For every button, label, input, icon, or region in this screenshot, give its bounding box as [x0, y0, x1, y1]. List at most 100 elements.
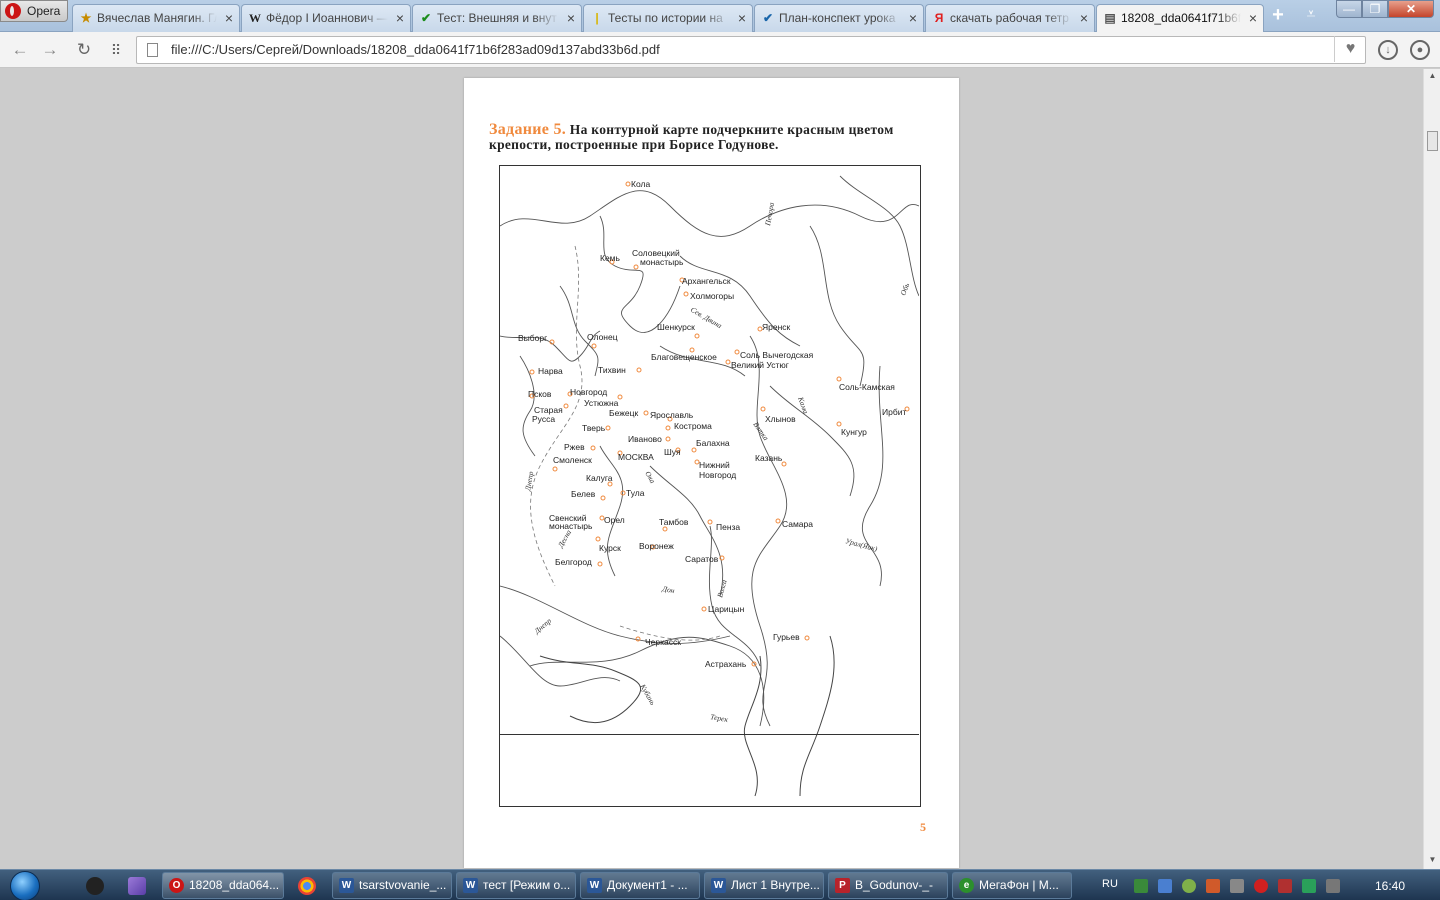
taskbar-item-word-document1[interactable]: W Документ1 - ...	[580, 872, 700, 899]
tab-fedor-wiki[interactable]: W Фёдор I Иоаннович — ×	[241, 4, 411, 32]
minimize-button[interactable]: —	[1336, 0, 1362, 18]
city-label: Курск	[599, 543, 621, 553]
visual-studio-icon[interactable]	[128, 877, 146, 895]
bee-icon: ★	[80, 11, 92, 25]
vertical-scrollbar[interactable]: ▲ ▼	[1423, 69, 1440, 869]
reload-icon[interactable]: ↻	[72, 38, 96, 62]
river-label: Дон	[661, 584, 676, 595]
taskbar-item-word-list1[interactable]: W Лист 1 Внутре...	[704, 872, 824, 899]
tab-label: Фёдор I Иоаннович —	[266, 11, 388, 25]
scrollbar-thumb[interactable]	[1427, 131, 1438, 151]
city-label: монастырь	[640, 257, 684, 267]
tab-pdf-active[interactable]: ▤ 18208_dda0641f71b6f ×	[1096, 4, 1264, 33]
tab-menu-icon[interactable]: ⩡	[1300, 6, 1322, 26]
city-label: Соль-Камская	[839, 382, 895, 392]
city-label: Великий Устюг	[731, 360, 789, 370]
checkbox-icon: ✔	[762, 11, 774, 25]
pdf-icon: P	[835, 878, 850, 893]
address-bar[interactable]: file:///C:/Users/Сергей/Downloads/18208_…	[136, 36, 1366, 64]
scroll-up-arrow-icon[interactable]: ▲	[1424, 71, 1440, 80]
river-label: Кубань	[638, 682, 658, 707]
close-tab-icon[interactable]: ×	[909, 5, 917, 31]
tab-label: Вячеслав Манягин. Гл	[97, 11, 217, 25]
address-text: file:///C:/Users/Сергей/Downloads/18208_…	[171, 42, 660, 57]
city-label: Новгород	[699, 470, 736, 480]
city-label: Шуя	[664, 447, 681, 457]
taskbar-item-word-test[interactable]: W тест [Режим о...	[456, 872, 576, 899]
river-label: Десна	[555, 528, 573, 550]
pencil-icon: |	[595, 11, 599, 25]
city-label: Кунгур	[841, 427, 867, 437]
taskbar-item-word-tsarstvovanie[interactable]: W tsarstvovanie_...	[332, 872, 452, 899]
city-label: Кемь	[600, 253, 621, 263]
city-label: МОСКВА	[618, 452, 654, 462]
speed-dial-grid-icon[interactable]: ⠿	[104, 38, 128, 62]
river-label: Обь	[898, 281, 911, 296]
taskbar-item-opera-pdf[interactable]: O 18208_dda064...	[162, 872, 284, 899]
city-label: Хлынов	[765, 414, 796, 424]
network-tray-icon[interactable]	[1134, 879, 1148, 893]
taskbar-item-pdf-godunov[interactable]: P B_Godunov-_-	[828, 872, 948, 899]
close-tab-icon[interactable]: ×	[396, 5, 404, 31]
city-label: Воронеж	[639, 541, 674, 551]
language-indicator[interactable]: RU	[1102, 878, 1118, 890]
page-icon	[147, 43, 158, 57]
task-number: Задание 5.	[489, 121, 567, 138]
close-tab-icon[interactable]: ×	[225, 5, 233, 31]
chrome-icon[interactable]	[298, 877, 316, 895]
back-arrow-icon[interactable]: ←	[8, 38, 32, 62]
bookmark-heart-icon[interactable]: ♥	[1334, 36, 1366, 62]
taskbar-item-label: Документ1 - ...	[607, 878, 688, 892]
close-tab-icon[interactable]: ×	[1080, 5, 1088, 31]
close-tab-icon[interactable]: ×	[1249, 5, 1257, 31]
close-tab-icon[interactable]: ×	[738, 5, 746, 31]
start-button[interactable]	[8, 870, 44, 900]
taskbar-item-label: B_Godunov-_-	[855, 878, 934, 892]
pdf-viewer: Задание 5. На контурной карте подчеркнит…	[0, 69, 1423, 869]
city-label: Орел	[604, 515, 625, 525]
windows-tray-icon[interactable]	[1158, 879, 1172, 893]
city-label: Казань	[755, 453, 783, 463]
river-label: Волга	[715, 578, 728, 598]
close-tab-icon[interactable]: ×	[567, 5, 575, 31]
city-label: Холмогоры	[690, 291, 734, 301]
city-label: Тамбов	[659, 517, 689, 527]
update-tray-icon[interactable]	[1182, 879, 1196, 893]
maximize-button[interactable]: ❐	[1362, 0, 1388, 18]
city-label: Псков	[528, 389, 552, 399]
new-tab-button[interactable]: +	[1268, 5, 1288, 26]
download-icon[interactable]: ↓	[1378, 40, 1398, 60]
tab-yandex-search[interactable]: Я скачать рабочая тетр ×	[925, 4, 1095, 32]
device-tray-icon[interactable]	[1230, 879, 1244, 893]
city-label: Черкасск	[645, 637, 681, 647]
antivirus-tray-icon[interactable]	[1254, 879, 1268, 893]
volume-icon[interactable]	[1326, 879, 1340, 893]
city-label: Тихвин	[598, 365, 626, 375]
security-tray-icon[interactable]	[1278, 879, 1292, 893]
word-icon: W	[339, 878, 354, 893]
navigation-bar: ← → ↻ ⠿ file:///C:/Users/Сергей/Download…	[0, 32, 1440, 68]
monitor-tray-icon[interactable]	[1302, 879, 1316, 893]
tab-testy-istorii[interactable]: | Тесты по истории на ×	[583, 4, 753, 32]
river-label: Терек	[710, 712, 730, 724]
close-window-button[interactable]: ✕	[1388, 0, 1434, 18]
opera-menu-button[interactable]: Opera	[0, 0, 68, 22]
city-label: Тверь	[582, 423, 606, 433]
browser-icon: e	[959, 878, 974, 893]
opera-menu-label: Opera	[27, 4, 61, 18]
account-icon[interactable]: ●	[1410, 40, 1430, 60]
tab-manyagin[interactable]: ★ Вячеслав Манягин. Гл ×	[72, 4, 240, 32]
app-tray-icon[interactable]	[1206, 879, 1220, 893]
scroll-down-arrow-icon[interactable]: ▼	[1424, 855, 1440, 864]
taskbar-item-megafon[interactable]: e МегаФон | М...	[952, 872, 1072, 899]
taskbar-clock[interactable]: 16:40	[1360, 879, 1420, 893]
river-label: Ока	[643, 470, 657, 486]
forward-arrow-icon[interactable]: →	[38, 38, 62, 62]
city-label: Соль Вычегодская	[740, 350, 814, 360]
city-label: Пенза	[716, 522, 740, 532]
media-app-icon[interactable]	[86, 877, 104, 895]
word-icon: W	[587, 878, 602, 893]
tab-plan-konspekt[interactable]: ✔ План-конспект урока ×	[754, 4, 924, 32]
tab-test-vneshnyaya[interactable]: ✔ Тест: Внешняя и внут ×	[412, 4, 582, 32]
taskbar-item-label: Лист 1 Внутре...	[731, 878, 820, 892]
